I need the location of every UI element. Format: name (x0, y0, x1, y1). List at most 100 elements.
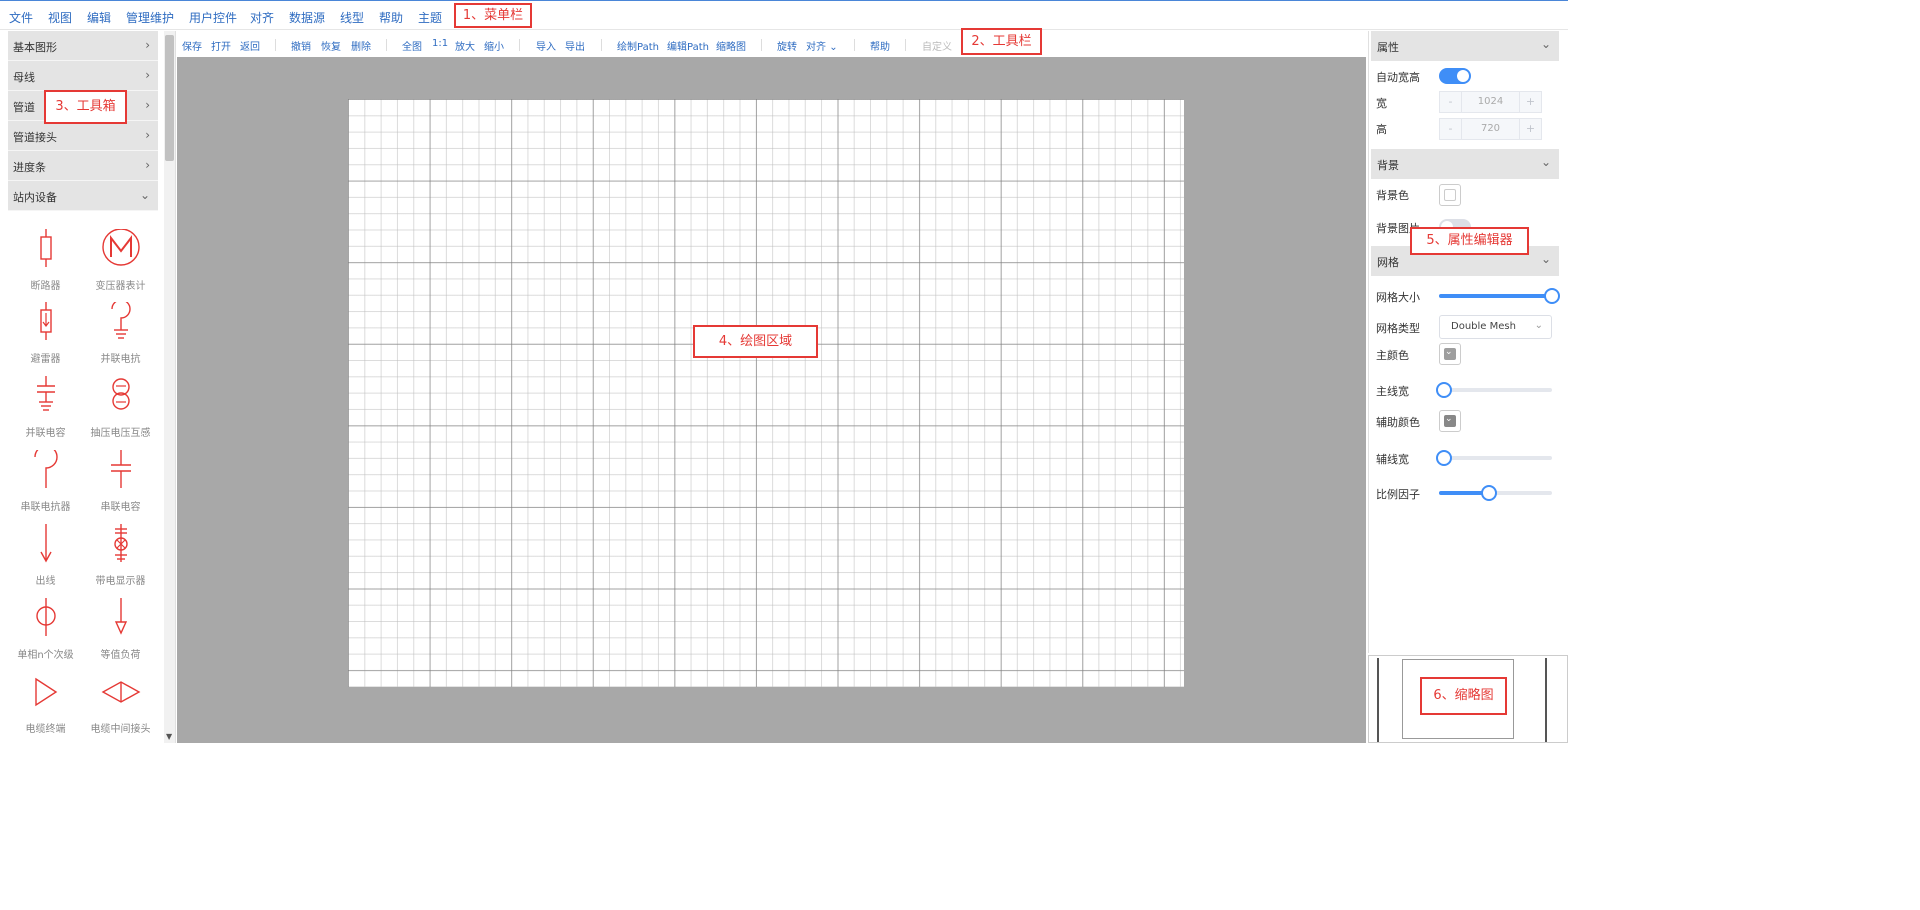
tool-live-indicator[interactable]: 带电显示器 (83, 524, 158, 598)
chevron-down-icon: ⌄ (829, 42, 838, 53)
callout-minimap: 6、缩略图 (1420, 677, 1507, 715)
scrollbar-thumb[interactable] (165, 35, 174, 161)
menu-linetype[interactable]: 线型 (340, 9, 364, 26)
scroll-down-arrow-icon[interactable]: ▼ (166, 732, 172, 741)
thumbnail-button[interactable]: 缩略图 (716, 38, 746, 53)
category-busbar[interactable]: 母线 › (8, 61, 158, 91)
menu-maintenance[interactable]: 管理维护 (126, 9, 174, 26)
tool-cable-terminal[interactable]: 电缆终端 (8, 672, 83, 746)
category-station-equipment[interactable]: 站内设备 ⌄ (8, 181, 158, 211)
back-button[interactable]: 返回 (240, 38, 260, 53)
main-color-picker[interactable]: ⌄ (1439, 343, 1461, 365)
tool-series-reactor[interactable]: 串联电抗器 (8, 450, 83, 524)
tool-label: 串联电容 (100, 502, 141, 513)
tool-single-phase-secondary[interactable]: 单相n个次级 (8, 598, 83, 672)
aux-color-label: 辅助颜色 (1376, 416, 1420, 429)
draw-path-button[interactable]: 绘制Path (617, 38, 659, 53)
main-color-label: 主颜色 (1376, 349, 1409, 362)
single-phase-secondary-icon (36, 598, 56, 636)
bg-color-picker[interactable] (1439, 184, 1461, 206)
aux-width-label: 辅线宽 (1376, 453, 1409, 466)
rotate-button[interactable]: 旋转 (777, 38, 797, 53)
auto-size-toggle[interactable] (1439, 68, 1471, 84)
zoom-in-button[interactable]: 放大 (455, 38, 475, 53)
tool-shunt-capacitor[interactable]: 并联电容 (8, 376, 83, 450)
grid-type-select[interactable]: Double Mesh ⌄ (1439, 315, 1552, 339)
zoom-out-button[interactable]: 缩小 (484, 38, 504, 53)
toolbar-divider (854, 39, 855, 51)
chevron-down-icon: ⌄ (1540, 37, 1551, 51)
help-button[interactable]: 帮助 (870, 38, 890, 53)
menu-datasource[interactable]: 数据源 (289, 9, 325, 26)
tool-equivalent-load[interactable]: 等值负荷 (83, 598, 158, 672)
aux-width-slider[interactable] (1436, 450, 1552, 466)
height-value[interactable]: 720 (1462, 119, 1519, 139)
menu-edit[interactable]: 编辑 (87, 9, 111, 26)
category-basic-shapes[interactable]: 基本图形 › (8, 31, 158, 61)
toggle-knob (1457, 70, 1469, 82)
tool-voltage-transformer[interactable]: 抽压电压互感 (83, 376, 158, 450)
open-button[interactable]: 打开 (211, 38, 231, 53)
edit-path-button[interactable]: 编辑Path (667, 38, 709, 53)
tool-label: 串联电抗器 (20, 502, 71, 513)
slider-handle[interactable] (1436, 382, 1452, 398)
slider-handle[interactable] (1544, 288, 1560, 304)
toolbar-divider (601, 39, 602, 51)
increment-button[interactable]: + (1519, 92, 1541, 112)
callout-toolbox: 3、工具箱 (44, 90, 127, 124)
tool-label: 单相n个次级 (17, 650, 74, 661)
menu-help[interactable]: 帮助 (379, 9, 403, 26)
toolbar-divider (275, 39, 276, 51)
chevron-down-icon: ⌄ (1445, 414, 1453, 424)
increment-button[interactable]: + (1519, 119, 1541, 139)
menu-file[interactable]: 文件 (9, 9, 33, 26)
tool-arrester[interactable]: 避雷器 (8, 302, 83, 376)
align-dropdown[interactable]: 对齐 ⌄ (806, 38, 838, 53)
width-value[interactable]: 1024 (1462, 92, 1519, 112)
export-button[interactable]: 导出 (565, 38, 585, 53)
drawing-area[interactable] (177, 57, 1366, 743)
tool-outgoing-line[interactable]: 出线 (8, 524, 83, 598)
decrement-button[interactable]: - (1440, 119, 1462, 139)
menu-theme[interactable]: 主题 (418, 9, 442, 26)
tool-circuit-breaker[interactable]: 断路器 (8, 229, 83, 303)
import-button[interactable]: 导入 (536, 38, 556, 53)
height-stepper[interactable]: - 720 + (1439, 118, 1542, 140)
menu-align[interactable]: 对齐 (250, 9, 274, 26)
fit-all-button[interactable]: 全图 (402, 38, 422, 53)
aux-color-picker[interactable]: ⌄ (1439, 410, 1461, 432)
main-width-slider[interactable] (1436, 382, 1552, 398)
save-button[interactable]: 保存 (182, 38, 202, 53)
tool-label: 并联电容 (25, 428, 66, 439)
drawing-paper-grid[interactable] (348, 99, 1184, 687)
custom-button[interactable]: 自定义 (922, 38, 952, 53)
toolbar-divider (761, 39, 762, 51)
toolbar-divider (905, 39, 906, 51)
voltage-transformer-icon (112, 378, 130, 410)
slider-handle[interactable] (1436, 450, 1452, 466)
menu-view[interactable]: 视图 (48, 9, 72, 26)
tool-transformer-meter[interactable]: 变压器表计 (83, 229, 158, 303)
arrester-icon (40, 302, 52, 340)
section-background[interactable]: 背景 ⌄ (1371, 149, 1559, 179)
section-label: 网格 (1377, 256, 1399, 269)
scale-factor-slider[interactable] (1439, 485, 1552, 501)
tool-cable-joint[interactable]: 电缆中间接头 (83, 672, 158, 746)
menu-user-controls[interactable]: 用户控件 (189, 9, 237, 26)
width-stepper[interactable]: - 1024 + (1439, 91, 1542, 113)
tool-series-capacitor[interactable]: 串联电容 (83, 450, 158, 524)
grid-type-value: Double Mesh (1451, 321, 1516, 332)
decrement-button[interactable]: - (1440, 92, 1462, 112)
grid-size-slider[interactable] (1439, 288, 1560, 304)
category-pipe-joint[interactable]: 管道接头 › (8, 121, 158, 151)
section-attributes[interactable]: 属性 ⌄ (1371, 31, 1559, 61)
property-editor: 属性 ⌄ 自动宽高 宽 - 1024 + 高 - 720 + 背景 ⌄ 背景色 … (1368, 31, 1568, 653)
toolbox-scrollbar[interactable]: ▼ (164, 31, 175, 743)
redo-button[interactable]: 恢复 (321, 38, 341, 53)
slider-handle[interactable] (1480, 485, 1497, 501)
actual-size-button[interactable]: 1:1 (432, 38, 448, 49)
category-progress-bar[interactable]: 进度条 › (8, 151, 158, 181)
delete-button[interactable]: 删除 (351, 38, 371, 53)
undo-button[interactable]: 撤销 (291, 38, 311, 53)
tool-shunt-reactor[interactable]: 并联电抗 (83, 302, 158, 376)
